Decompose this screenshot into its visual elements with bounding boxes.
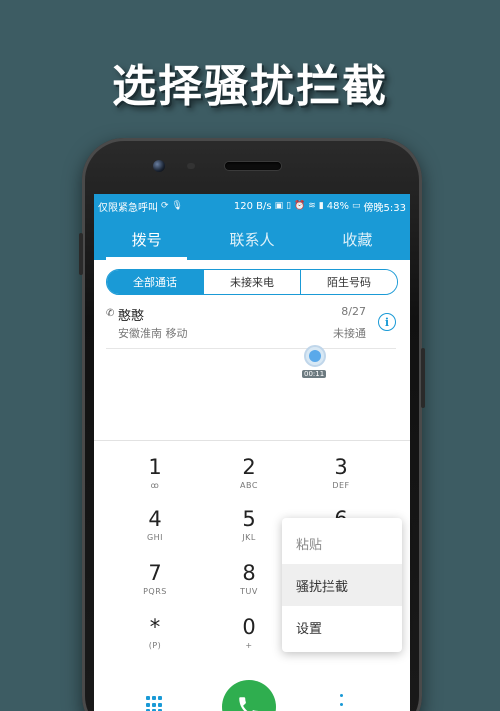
dial-key-star[interactable]: * (P) [115, 615, 195, 665]
earpiece-speaker [225, 162, 281, 170]
dial-key-digit: 2 [242, 455, 256, 479]
dial-key-letters: (P) [148, 641, 162, 650]
outgoing-call-icon: ✆ [106, 308, 115, 319]
call-status: 未接通 [333, 327, 366, 340]
context-menu: 粘贴 骚扰拦截 设置 [282, 518, 402, 652]
tab-favorites[interactable]: 收藏 [305, 218, 410, 260]
network-speed: 120 B/s [233, 200, 272, 212]
menu-item-settings[interactable]: 设置 [282, 606, 402, 648]
tab-contacts[interactable]: 联系人 [199, 218, 304, 260]
info-icon[interactable]: i [378, 313, 396, 331]
dial-key-letters: DEF [332, 481, 350, 490]
side-button-right [421, 348, 425, 408]
banner-title: 选择骚扰拦截 [112, 61, 388, 112]
dialpad-grid-icon[interactable] [146, 696, 164, 711]
dial-key-letters: JKL [242, 533, 256, 542]
clock: 傍晚5:33 [363, 202, 406, 214]
voicemail-icon: ꝏ [150, 481, 160, 490]
dial-key-digit: * [149, 615, 161, 639]
dialer-bottom-bar [94, 674, 410, 711]
dial-key-letters: ABC [240, 481, 258, 490]
floating-widget-dot [309, 350, 321, 362]
alarm-icon: ⏰ [294, 201, 306, 211]
call-filter-segmented: 全部通话 未接来电 陌生号码 [106, 269, 398, 295]
call-button[interactable] [222, 680, 276, 711]
front-camera [153, 160, 165, 172]
battery-percent: 48% [326, 200, 350, 212]
dial-key-letters: PQRS [143, 587, 167, 596]
main-tabs: 拨号 联系人 收藏 [94, 218, 410, 260]
floating-widget-time: 00:11 [302, 370, 327, 378]
floating-call-widget[interactable] [304, 345, 326, 367]
dial-key-2[interactable]: 2 ABC [209, 455, 289, 505]
dial-key-letters: TUV [240, 587, 258, 596]
dial-key-letters: GHI [146, 533, 164, 542]
dial-key-4[interactable]: 4 GHI [115, 507, 195, 557]
dial-key-7[interactable]: 7 PQRS [115, 561, 195, 611]
dial-key-3[interactable]: 3 DEF [301, 455, 381, 505]
tab-dialer[interactable]: 拨号 [94, 218, 199, 260]
dial-key-5[interactable]: 5 JKL [209, 507, 289, 557]
signal-icon: ▮ [318, 201, 324, 211]
vibrate-icon: ▯ [286, 201, 292, 211]
dial-key-digit: 0 [242, 615, 256, 639]
status-bar: 仅限紧急呼叫 ⟳ 🎙 120 B/s ▣ ▯ ⏰ ≋ ▮ 48% ▭ 傍晚5:3… [94, 194, 410, 218]
dial-key-1[interactable]: 1 ꝏ [115, 455, 195, 505]
filter-all-calls[interactable]: 全部通话 [107, 270, 203, 294]
sync-icon: ⟳ [161, 201, 169, 211]
dial-key-8[interactable]: 8 TUV [209, 561, 289, 611]
call-log-item[interactable]: ✆ 憨憨 安徽淮南 移动 8/27 未接通 i [106, 305, 396, 349]
menu-item-paste[interactable]: 粘贴 [282, 522, 402, 564]
dial-key-digit: 7 [148, 561, 162, 585]
dial-key-letters: + [245, 641, 253, 650]
call-date: 8/27 [341, 305, 366, 318]
dial-key-digit: 1 [148, 455, 162, 479]
dial-key-digit: 5 [242, 507, 256, 531]
dial-key-digit: 8 [242, 561, 256, 585]
phone-icon [239, 697, 259, 711]
wifi-icon: ≋ [308, 201, 316, 211]
emergency-only-text: 仅限紧急呼叫 [98, 202, 158, 214]
mic-icon: 🎙 [171, 201, 183, 211]
filter-missed-calls[interactable]: 未接来电 [203, 270, 300, 294]
more-options-icon[interactable] [338, 694, 344, 711]
dial-key-digit: 3 [334, 455, 348, 479]
battery-icon: ▭ [352, 201, 361, 211]
proximity-sensor [187, 163, 195, 169]
side-button-left [79, 233, 83, 275]
nfc-icon: ▣ [274, 201, 284, 211]
caller-location: 安徽淮南 移动 [118, 327, 188, 340]
dial-key-digit: 4 [148, 507, 162, 531]
dial-key-0[interactable]: 0 + [209, 615, 289, 665]
caller-name: 憨憨 [118, 309, 145, 324]
filter-unknown-numbers[interactable]: 陌生号码 [300, 270, 397, 294]
menu-item-harassment-block[interactable]: 骚扰拦截 [282, 564, 402, 606]
